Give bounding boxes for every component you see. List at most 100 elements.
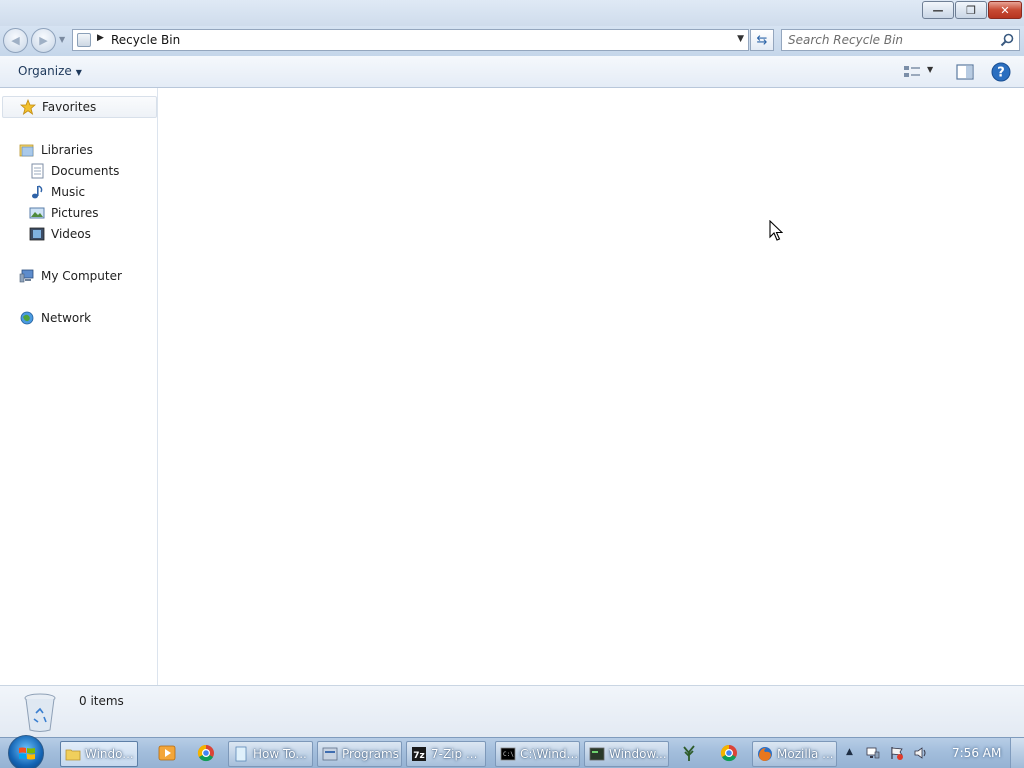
- restore-button[interactable]: ❐: [955, 1, 987, 19]
- firefox-icon: [758, 747, 772, 761]
- organize-label: Organize: [18, 64, 72, 78]
- action-center-flag-icon[interactable]: [890, 746, 904, 760]
- close-button[interactable]: ✕: [988, 1, 1022, 19]
- taskbar-label: C:\Wind...: [520, 747, 579, 761]
- forward-button[interactable]: ▶: [31, 28, 56, 53]
- taskbar-button-window[interactable]: Window...: [584, 741, 669, 767]
- taskbar: Windo... How To... Programs 7z 7-Zip ...: [0, 735, 1024, 768]
- sidebar-item-label: Favorites: [42, 100, 97, 114]
- views-dropdown-icon[interactable]: ▼: [927, 65, 933, 74]
- close-icon: ✕: [1000, 3, 1010, 17]
- music-icon: [32, 185, 43, 199]
- back-arrow-icon: ◀: [11, 34, 20, 47]
- recycle-bin-icon: [24, 693, 56, 732]
- sidebar-item-videos[interactable]: Videos: [29, 224, 91, 244]
- volume-icon[interactable]: [914, 746, 928, 760]
- views-icon: [904, 66, 920, 77]
- taskbar-button-programs[interactable]: Programs: [317, 741, 402, 767]
- media-player-icon[interactable]: [157, 743, 177, 763]
- sidebar-item-label: Libraries: [41, 143, 93, 157]
- help-icon[interactable]: ?: [990, 61, 1012, 83]
- search-icon[interactable]: [999, 32, 1015, 48]
- terminal-icon: [589, 747, 605, 761]
- taskbar-button-explorer[interactable]: Windo...: [60, 741, 138, 767]
- sidebar-item-favorites[interactable]: Favorites: [2, 96, 157, 118]
- preview-pane-icon[interactable]: [955, 62, 975, 82]
- chrome-pinned-icon[interactable]: [719, 743, 739, 763]
- favorites-row: Favorites: [20, 97, 96, 117]
- star-icon: [20, 99, 36, 115]
- clock[interactable]: 7:56 AM: [952, 746, 1001, 760]
- mouse-cursor-icon: [769, 220, 783, 241]
- refresh-icon: ⇆: [756, 32, 768, 48]
- sidebar-item-label: My Computer: [41, 269, 122, 283]
- cmd-icon: C:\: [500, 747, 516, 761]
- sidebar-item-label: Network: [41, 311, 92, 325]
- plant-app-icon[interactable]: [679, 743, 699, 763]
- sidebar-item-label: Videos: [51, 227, 91, 241]
- change-view-button[interactable]: ▼: [900, 62, 938, 82]
- address-row: ◀ ▶ ▼ ▶ Recycle Bin ▼ ⇆: [0, 26, 1024, 56]
- minimize-button[interactable]: —: [922, 1, 954, 19]
- documents-icon: [31, 163, 44, 179]
- search-box[interactable]: [781, 29, 1020, 51]
- address-bar[interactable]: ▶ Recycle Bin ▼: [72, 29, 749, 51]
- network-status-icon[interactable]: [866, 746, 880, 760]
- programs-icon: [322, 747, 338, 761]
- taskbar-label: Window...: [609, 747, 667, 761]
- title-bar: — ❐ ✕: [0, 0, 1024, 26]
- show-hidden-icons-icon[interactable]: ▲: [846, 747, 860, 761]
- sidebar-item-libraries[interactable]: Libraries: [19, 140, 93, 160]
- taskbar-button-mozilla[interactable]: Mozilla ...: [752, 741, 837, 767]
- document-icon: [235, 746, 247, 762]
- breadcrumb-separator-icon[interactable]: ▶: [97, 33, 104, 43]
- computer-icon: [19, 269, 34, 283]
- start-button[interactable]: [8, 735, 44, 768]
- show-desktop-button[interactable]: [1010, 738, 1024, 768]
- window-controls: — ❐ ✕: [921, 1, 1022, 21]
- svg-text:7z: 7z: [413, 751, 425, 761]
- taskbar-label: How To...: [253, 747, 307, 761]
- details-pane: 0 items: [0, 685, 1024, 737]
- 7zip-icon: 7z: [412, 747, 426, 761]
- sidebar-item-documents[interactable]: Documents: [29, 161, 119, 181]
- pictures-icon: [29, 207, 45, 219]
- sidebar-item-label: Documents: [51, 164, 120, 178]
- sidebar-item-pictures[interactable]: Pictures: [29, 203, 99, 223]
- sidebar-item-label: Music: [51, 185, 86, 199]
- minimize-icon: —: [932, 3, 944, 17]
- item-count: 0 items: [79, 694, 124, 708]
- network-icon: [20, 311, 34, 325]
- breadcrumb-recycle-bin[interactable]: Recycle Bin: [111, 33, 180, 47]
- svg-text:?: ?: [997, 66, 1005, 81]
- sidebar-item-my-computer[interactable]: My Computer: [19, 266, 122, 286]
- file-list-area[interactable]: [159, 88, 1024, 685]
- back-button[interactable]: ◀: [3, 28, 28, 53]
- taskbar-label: Windo...: [85, 747, 134, 761]
- recycle-bin-small-icon: [77, 33, 91, 47]
- sidebar-item-network[interactable]: Network: [19, 308, 91, 328]
- refresh-button[interactable]: ⇆: [750, 29, 774, 51]
- taskbar-label: 7-Zip ...: [431, 747, 478, 761]
- recent-pages-dropdown-icon[interactable]: ▼: [59, 35, 69, 45]
- svg-text:C:\: C:\: [503, 751, 514, 758]
- folder-icon: [65, 749, 81, 761]
- chevron-down-icon: ▼: [75, 68, 82, 77]
- search-input[interactable]: [788, 32, 998, 48]
- chrome-icon[interactable]: [196, 743, 216, 763]
- sidebar-item-music[interactable]: Music: [29, 182, 85, 202]
- videos-icon: [29, 227, 45, 241]
- command-bar: Organize ▼ ▼ ?: [0, 56, 1024, 88]
- taskbar-button-7zip[interactable]: 7z 7-Zip ...: [406, 741, 486, 767]
- forward-arrow-icon: ▶: [39, 34, 48, 47]
- organize-button[interactable]: Organize ▼: [12, 62, 88, 82]
- libraries-icon: [19, 144, 34, 157]
- taskbar-button-how-to[interactable]: How To...: [228, 741, 313, 767]
- taskbar-button-cmd[interactable]: C:\ C:\Wind...: [495, 741, 580, 767]
- sidebar-item-label: Pictures: [51, 206, 99, 220]
- address-dropdown-icon[interactable]: ▼: [737, 34, 744, 44]
- taskbar-label: Mozilla ...: [777, 747, 834, 761]
- windows-logo-icon: [19, 747, 35, 760]
- navigation-pane: Favorites Libraries Documents Music Pict…: [0, 88, 158, 685]
- restore-icon: ❐: [966, 3, 976, 17]
